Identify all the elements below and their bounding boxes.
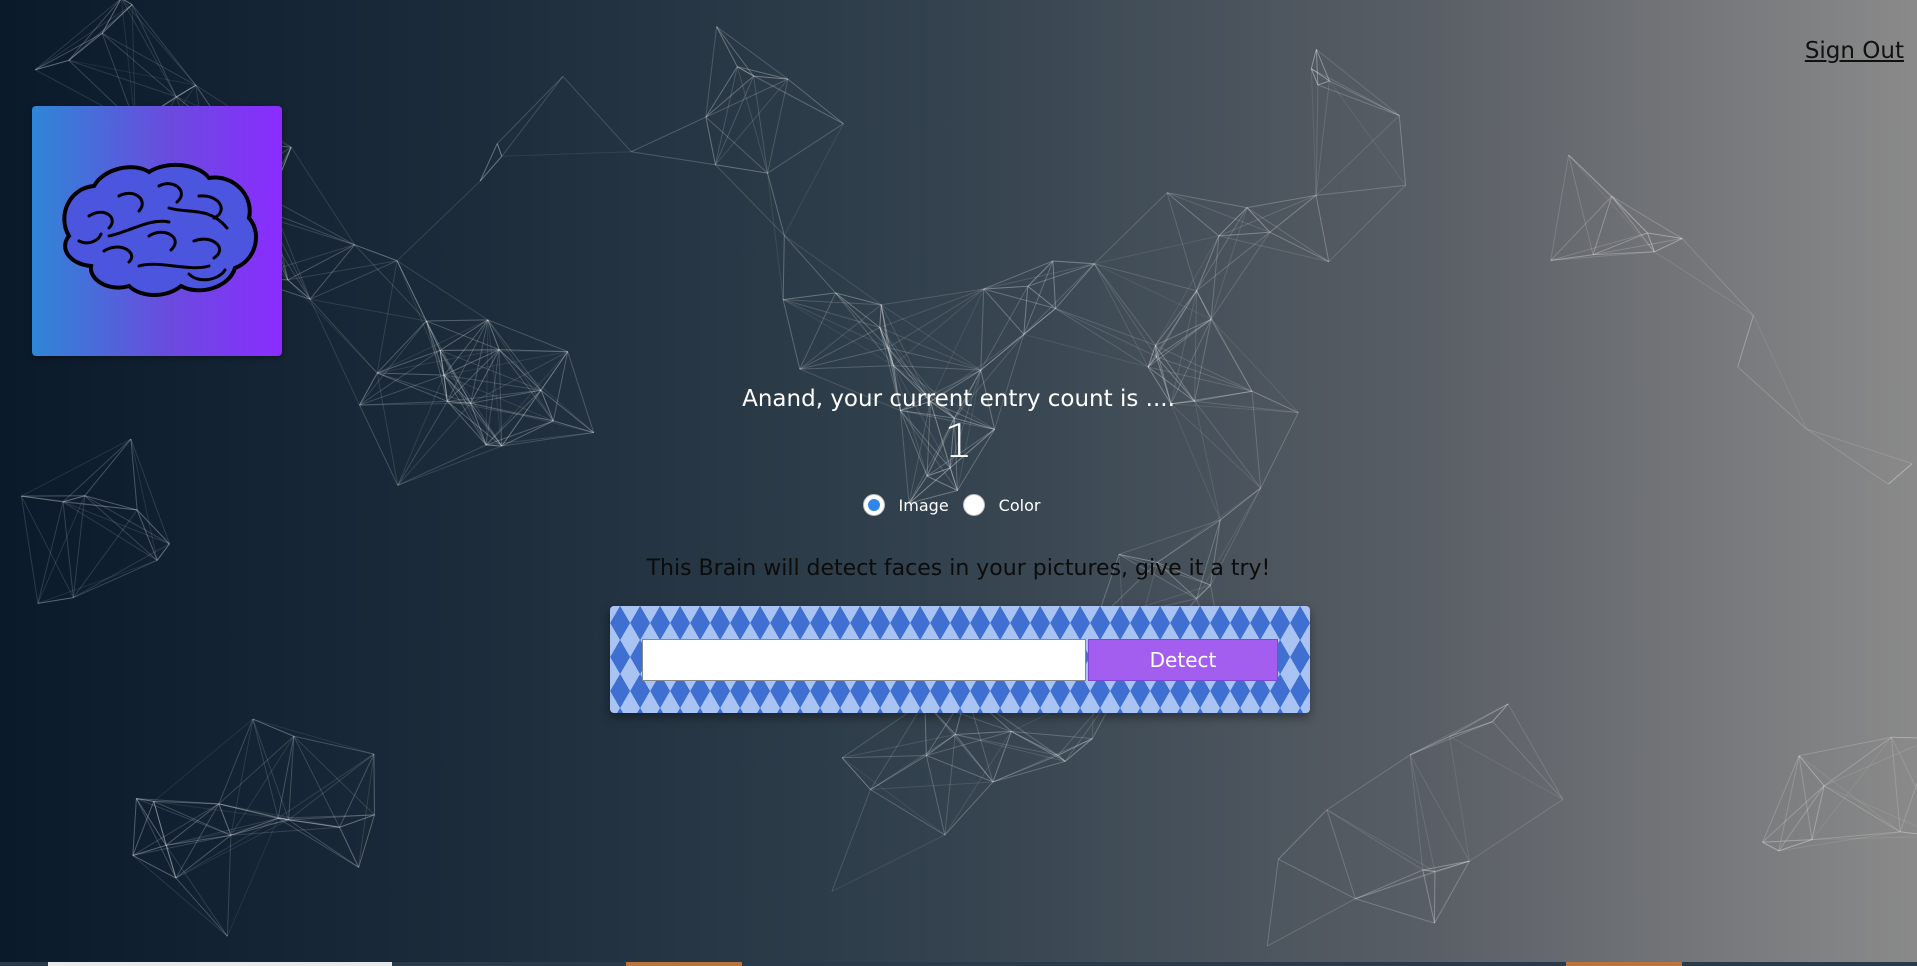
- radio-image[interactable]: [862, 494, 885, 516]
- logo: [32, 106, 282, 356]
- radio-image-label: Image: [898, 495, 949, 515]
- detect-description: This Brain will detect faces in your pic…: [646, 556, 1271, 581]
- entry-count-message: Anand, your current entry count is ....: [742, 386, 1175, 412]
- detect-button[interactable]: Detect: [1088, 639, 1278, 681]
- radio-color-label: Color: [998, 495, 1041, 515]
- entry-count-value: 1: [943, 414, 974, 468]
- mode-selector: Image Color: [0, 494, 1917, 516]
- image-url-input[interactable]: [642, 639, 1086, 681]
- image-link-form: Detect: [610, 606, 1310, 713]
- particle-background: [20, 0, 1917, 947]
- taskbar-strip: [0, 962, 1917, 966]
- radio-color[interactable]: [962, 494, 985, 516]
- sign-out-link[interactable]: Sign Out: [1805, 38, 1904, 64]
- brain-icon: [62, 162, 259, 297]
